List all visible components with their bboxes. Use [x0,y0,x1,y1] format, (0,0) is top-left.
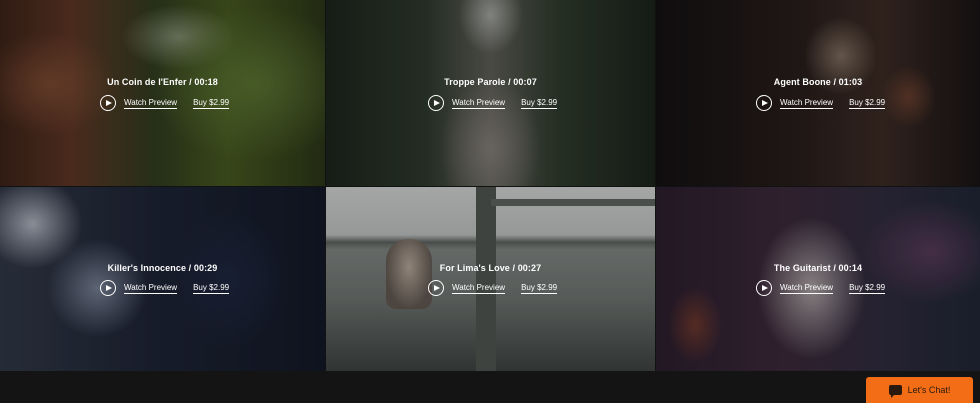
lets-chat-button[interactable]: Let's Chat! [866,377,973,403]
play-icon[interactable] [100,280,116,296]
buy-link[interactable]: Buy $2.99 [521,283,558,294]
video-actions: Watch Preview Buy $2.99 [756,95,886,111]
footer-bar [0,371,980,403]
play-icon[interactable] [756,280,772,296]
video-tile[interactable]: Agent Boone / 01:03 Watch Preview Buy $2… [656,0,980,186]
chat-label: Let's Chat! [907,385,951,395]
play-icon[interactable] [756,95,772,111]
play-icon[interactable] [100,95,116,111]
play-icon[interactable] [428,95,444,111]
video-actions: Watch Preview Buy $2.99 [100,280,230,296]
play-icon[interactable] [428,280,444,296]
video-grid: Un Coin de l'Enfer / 00:18 Watch Preview… [0,0,980,371]
video-title: The Guitarist / 00:14 [773,263,863,273]
video-tile[interactable]: Un Coin de l'Enfer / 00:18 Watch Preview… [0,0,325,186]
video-tile[interactable]: The Guitarist / 00:14 Watch Preview Buy … [656,187,980,371]
watch-preview-link[interactable]: Watch Preview [452,283,506,294]
watch-preview-link[interactable]: Watch Preview [780,283,834,294]
buy-link[interactable]: Buy $2.99 [521,98,558,109]
watch-preview-link[interactable]: Watch Preview [452,98,506,109]
video-title: For Lima's Love / 00:27 [439,263,542,273]
video-title: Troppe Parole / 00:07 [444,77,537,87]
video-tile[interactable]: For Lima's Love / 00:27 Watch Preview Bu… [326,187,655,371]
video-tile[interactable]: Troppe Parole / 00:07 Watch Preview Buy … [326,0,655,186]
video-title: Un Coin de l'Enfer / 00:18 [107,77,218,87]
video-tile[interactable]: Killer's Innocence / 00:29 Watch Preview… [0,187,325,371]
chat-bubble-icon [888,385,902,398]
buy-link[interactable]: Buy $2.99 [849,283,886,294]
video-title: Agent Boone / 01:03 [773,77,863,87]
watch-preview-link[interactable]: Watch Preview [124,98,178,109]
watch-preview-link[interactable]: Watch Preview [780,98,834,109]
video-title: Killer's Innocence / 00:29 [107,263,218,273]
watch-preview-link[interactable]: Watch Preview [124,283,178,294]
video-actions: Watch Preview Buy $2.99 [100,95,230,111]
buy-link[interactable]: Buy $2.99 [849,98,886,109]
video-actions: Watch Preview Buy $2.99 [756,280,886,296]
buy-link[interactable]: Buy $2.99 [193,98,230,109]
buy-link[interactable]: Buy $2.99 [193,283,230,294]
video-actions: Watch Preview Buy $2.99 [428,95,558,111]
video-actions: Watch Preview Buy $2.99 [428,280,558,296]
